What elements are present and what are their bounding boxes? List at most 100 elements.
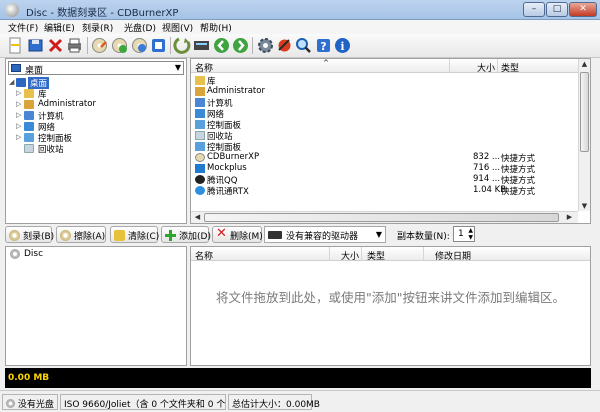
clear-button[interactable]: 清除(C) bbox=[110, 226, 159, 243]
add-button[interactable]: 添加(D) bbox=[161, 226, 211, 243]
tree-item-network[interactable]: ▷ 网络 bbox=[6, 121, 186, 133]
copies-value[interactable]: 1 bbox=[458, 229, 464, 239]
list-item[interactable]: 网络 bbox=[191, 108, 576, 120]
menu-view[interactable]: 视图(V) bbox=[162, 21, 193, 34]
erase-icon[interactable] bbox=[110, 36, 129, 55]
expand-icon[interactable]: ▷ bbox=[16, 111, 21, 119]
list-item[interactable]: Administrator bbox=[191, 86, 576, 97]
status-disc-text: 没有光盘 bbox=[17, 400, 54, 410]
copy-icon[interactable] bbox=[130, 36, 149, 55]
list-item[interactable]: 控制面板 bbox=[191, 141, 576, 153]
title-bar: Disc - 数据刻录区 - CDBurnerXP – □ ✕ bbox=[0, 0, 600, 20]
column-name[interactable]: 名称 bbox=[195, 61, 213, 74]
svg-text:?: ? bbox=[320, 40, 326, 53]
back-icon[interactable] bbox=[212, 36, 231, 55]
location-combo[interactable]: 桌面 ▼ bbox=[8, 61, 184, 76]
plus-icon bbox=[165, 230, 176, 241]
expand-icon[interactable]: ▷ bbox=[16, 89, 21, 97]
info-icon[interactable]: i bbox=[333, 36, 352, 55]
copies-stepper[interactable]: 1 ▲ ▼ bbox=[453, 226, 475, 242]
app-disc-icon bbox=[5, 3, 19, 17]
list-item[interactable]: 回收站 bbox=[191, 130, 576, 142]
column-name[interactable]: 名称 bbox=[195, 249, 213, 262]
scroll-thumb[interactable] bbox=[204, 213, 559, 222]
collapse-icon[interactable]: ◢ bbox=[9, 78, 14, 86]
remove-button[interactable]: ✕ 删除(M) bbox=[212, 226, 263, 243]
scroll-left-icon[interactable]: ◀ bbox=[193, 213, 202, 221]
tree-item-control-panel[interactable]: ▷ 控制面板 bbox=[6, 132, 186, 144]
chevron-down-icon[interactable]: ▼ bbox=[175, 63, 181, 72]
compilation-file-list: 名称 大小 类型 修改日期 将文件拖放到此处，或使用"添加"按钮来讲文件添加到编… bbox=[190, 246, 591, 366]
menu-help[interactable]: 帮助(H) bbox=[200, 21, 232, 34]
expand-icon[interactable]: ▷ bbox=[16, 100, 21, 108]
maximize-button[interactable]: □ bbox=[546, 2, 568, 17]
drive-icon[interactable] bbox=[173, 36, 192, 55]
disc-info-icon[interactable] bbox=[149, 36, 168, 55]
burn-button[interactable]: 刻录(B) bbox=[5, 226, 55, 243]
recycle-bin-icon bbox=[24, 144, 34, 153]
file-size: 716 ... bbox=[473, 163, 501, 173]
file-name: Mockplus bbox=[207, 163, 247, 173]
close-button[interactable]: ✕ bbox=[569, 2, 597, 17]
file-list-hscroll[interactable]: ◀ ▶ bbox=[191, 211, 578, 223]
file-type: 快捷方式 bbox=[501, 187, 536, 197]
column-size[interactable]: 大小 bbox=[477, 61, 495, 74]
column-modified[interactable]: 修改日期 bbox=[435, 249, 471, 262]
capacity-bar: 0.00 MB bbox=[5, 368, 591, 388]
help-icon[interactable]: ? bbox=[314, 36, 333, 55]
list-item[interactable]: 控制面板 bbox=[191, 119, 576, 131]
app-shortcut-icon bbox=[195, 153, 205, 162]
menu-burn[interactable]: 刻录(R) bbox=[82, 21, 113, 34]
file-list-vscroll[interactable]: ▲ ▼ bbox=[578, 59, 590, 211]
list-item[interactable]: 库 bbox=[191, 75, 576, 87]
compilation-root[interactable]: Disc bbox=[24, 249, 43, 259]
disc-icon bbox=[6, 399, 15, 408]
list-item[interactable]: 腾讯QQ 914 ... 快捷方式 bbox=[191, 174, 576, 186]
delete-icon[interactable] bbox=[46, 36, 65, 55]
new-icon[interactable] bbox=[6, 36, 25, 55]
burn-button-label: 刻录(B) bbox=[23, 232, 55, 242]
column-type[interactable]: 类型 bbox=[367, 249, 385, 262]
open-icon[interactable] bbox=[26, 36, 45, 55]
stepper-arrows-icon[interactable]: ▲ ▼ bbox=[468, 227, 473, 241]
menu-disc[interactable]: 光盘(D) bbox=[124, 21, 156, 34]
library-icon bbox=[24, 89, 34, 98]
control-panel-icon bbox=[195, 120, 205, 129]
file-name: Administrator bbox=[207, 86, 265, 96]
erase-button[interactable]: 擦除(A) bbox=[56, 226, 106, 243]
user-folder-icon bbox=[24, 100, 34, 109]
tree-item-label: Administrator bbox=[38, 99, 96, 109]
column-type[interactable]: 类型 bbox=[501, 61, 519, 74]
plugin-icon[interactable] bbox=[275, 36, 294, 55]
tree-item-desktop[interactable]: ◢ 桌面 bbox=[6, 77, 186, 89]
chevron-down-icon[interactable]: ▼ bbox=[376, 230, 382, 239]
list-item[interactable]: 腾讯通RTX 1.04 KB 快捷方式 bbox=[191, 185, 576, 197]
search-icon[interactable] bbox=[294, 36, 313, 55]
menu-file[interactable]: 文件(F) bbox=[8, 21, 38, 34]
menu-edit[interactable]: 编辑(E) bbox=[44, 21, 75, 34]
scroll-right-icon[interactable]: ▶ bbox=[565, 213, 574, 221]
scroll-down-icon[interactable]: ▼ bbox=[579, 202, 590, 210]
burn-icon[interactable] bbox=[90, 36, 109, 55]
list-item[interactable]: 计算机 bbox=[191, 97, 576, 109]
tree-item-recycle-bin[interactable]: 回收站 bbox=[6, 143, 186, 155]
folder-tree-pane: 桌面 ▼ ◢ 桌面 ▷ 库 ▷ Administrator ▷ 计算机 ▷ 网络… bbox=[5, 58, 187, 224]
minimize-button[interactable]: – bbox=[523, 2, 545, 17]
column-size[interactable]: 大小 bbox=[341, 249, 359, 262]
expand-icon[interactable]: ▷ bbox=[16, 122, 21, 130]
scroll-up-icon[interactable]: ▲ bbox=[579, 60, 590, 68]
tree-item-administrator[interactable]: ▷ Administrator bbox=[6, 99, 186, 110]
list-item[interactable]: Mockplus 716 ... 快捷方式 bbox=[191, 163, 576, 175]
eject-icon[interactable] bbox=[192, 36, 211, 55]
scroll-thumb[interactable] bbox=[580, 72, 589, 152]
tree-item-library[interactable]: ▷ 库 bbox=[6, 88, 186, 100]
control-panel-icon bbox=[195, 142, 205, 151]
settings-icon[interactable] bbox=[256, 36, 275, 55]
drive-select[interactable]: 没有兼容的驱动器 ▼ bbox=[264, 226, 386, 243]
toolbar: ? i bbox=[0, 34, 600, 58]
forward-icon[interactable] bbox=[231, 36, 250, 55]
tree-item-computer[interactable]: ▷ 计算机 bbox=[6, 110, 186, 122]
print-icon[interactable] bbox=[65, 36, 84, 55]
expand-icon[interactable]: ▷ bbox=[16, 133, 21, 141]
list-item[interactable]: CDBurnerXP 832 ... 快捷方式 bbox=[191, 152, 576, 164]
